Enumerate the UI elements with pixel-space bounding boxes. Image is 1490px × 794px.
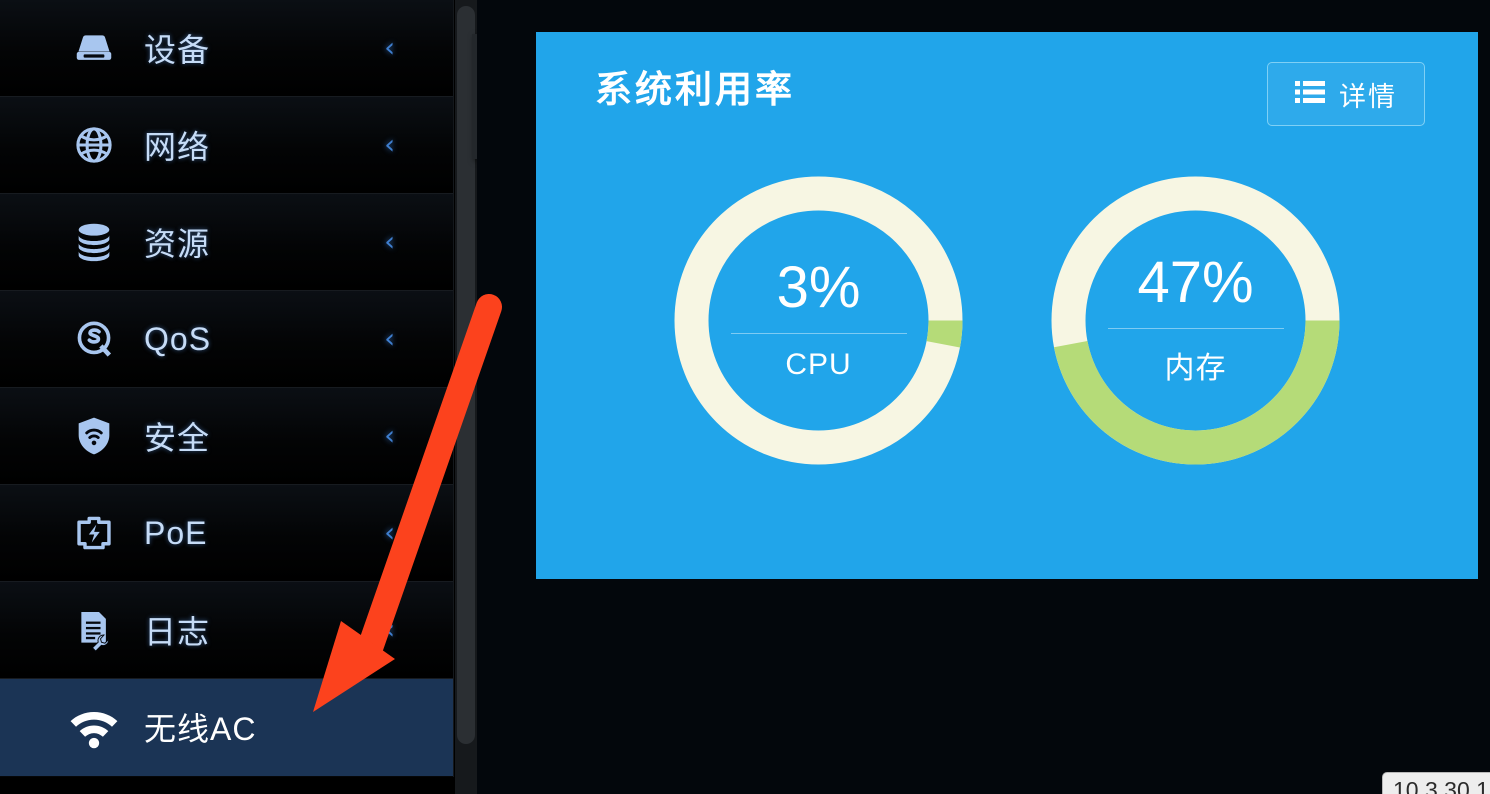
qos-icon — [58, 316, 130, 362]
wifi-icon — [58, 705, 130, 749]
system-utilization-panel: 系统利用率 详情 3% CPU 47% 内存 — [536, 32, 1478, 579]
chevron-left-icon[interactable]: ‹ — [384, 520, 395, 547]
sidebar-item-label: 资源 — [144, 226, 211, 262]
sidebar: 设备 ‹ 网络 ‹ 资源 ‹ QoS ‹ 安全 ‹ PoE ‹ 日志 ‹ 无线A… — [0, 0, 454, 777]
poe-bolt-icon — [58, 510, 130, 556]
main-content: 系统利用率 详情 3% CPU 47% 内存 — [477, 0, 1490, 794]
sidebar-item-resource[interactable]: 资源 ‹ — [0, 194, 453, 291]
gauge-cpu-caption: CPU — [785, 348, 852, 381]
gauge-memory-value: 47% — [1137, 250, 1254, 315]
gauge-memory-caption: 内存 — [1164, 352, 1227, 385]
globe-icon — [58, 122, 130, 168]
gauge-memory-center: 47% 内存 — [1043, 168, 1348, 473]
sidebar-item-label: 安全 — [144, 420, 211, 456]
sidebar-item-security[interactable]: 安全 ‹ — [0, 388, 453, 485]
sidebar-item-device[interactable]: 设备 ‹ — [0, 0, 453, 97]
sidebar-item-wireless-ac[interactable]: 无线AC — [0, 679, 453, 776]
app-window: 设备 ‹ 网络 ‹ 资源 ‹ QoS ‹ 安全 ‹ PoE ‹ 日志 ‹ 无线A… — [0, 0, 1490, 794]
page-title: 系统利用率 — [595, 69, 795, 110]
sidebar-item-poe[interactable]: PoE ‹ — [0, 485, 453, 582]
detail-button-label: 详情 — [1339, 81, 1397, 112]
sidebar-item-qos[interactable]: QoS ‹ — [0, 291, 453, 388]
device-icon — [58, 25, 130, 71]
shield-wifi-icon — [58, 413, 130, 459]
chevron-left-icon[interactable]: ‹ — [384, 423, 395, 450]
chevron-left-icon[interactable]: ‹ — [384, 132, 395, 159]
chevron-left-icon[interactable]: ‹ — [384, 229, 395, 256]
ip-address-tooltip: 10.3.30.1 — [1382, 772, 1490, 794]
gauge-cpu: 3% CPU — [666, 168, 971, 473]
sidebar-item-label: PoE — [144, 514, 208, 551]
gauge-cpu-center: 3% CPU — [666, 168, 971, 473]
gauge-memory: 47% 内存 — [1043, 168, 1348, 473]
sidebar-item-label: QoS — [144, 320, 212, 357]
chevron-left-icon[interactable]: ‹ — [384, 35, 395, 62]
sidebar-item-network[interactable]: 网络 ‹ — [0, 97, 453, 194]
detail-button[interactable]: 详情 — [1267, 62, 1425, 126]
chevron-left-icon[interactable]: ‹ — [384, 326, 395, 353]
sidebar-item-label: 日志 — [144, 614, 211, 650]
sidebar-item-label: 设备 — [144, 32, 211, 68]
chevron-left-icon[interactable]: ‹ — [384, 617, 395, 644]
sidebar-item-label: 无线AC — [144, 711, 257, 747]
database-icon — [58, 219, 130, 265]
list-icon — [1295, 79, 1325, 110]
gauge-cpu-value: 3% — [776, 255, 861, 320]
sidebar-item-label: 网络 — [144, 129, 211, 165]
sidebar-item-log[interactable]: 日志 ‹ — [0, 582, 453, 679]
gauge-group: 3% CPU 47% 内存 — [536, 168, 1478, 473]
log-wrench-icon — [58, 607, 130, 653]
